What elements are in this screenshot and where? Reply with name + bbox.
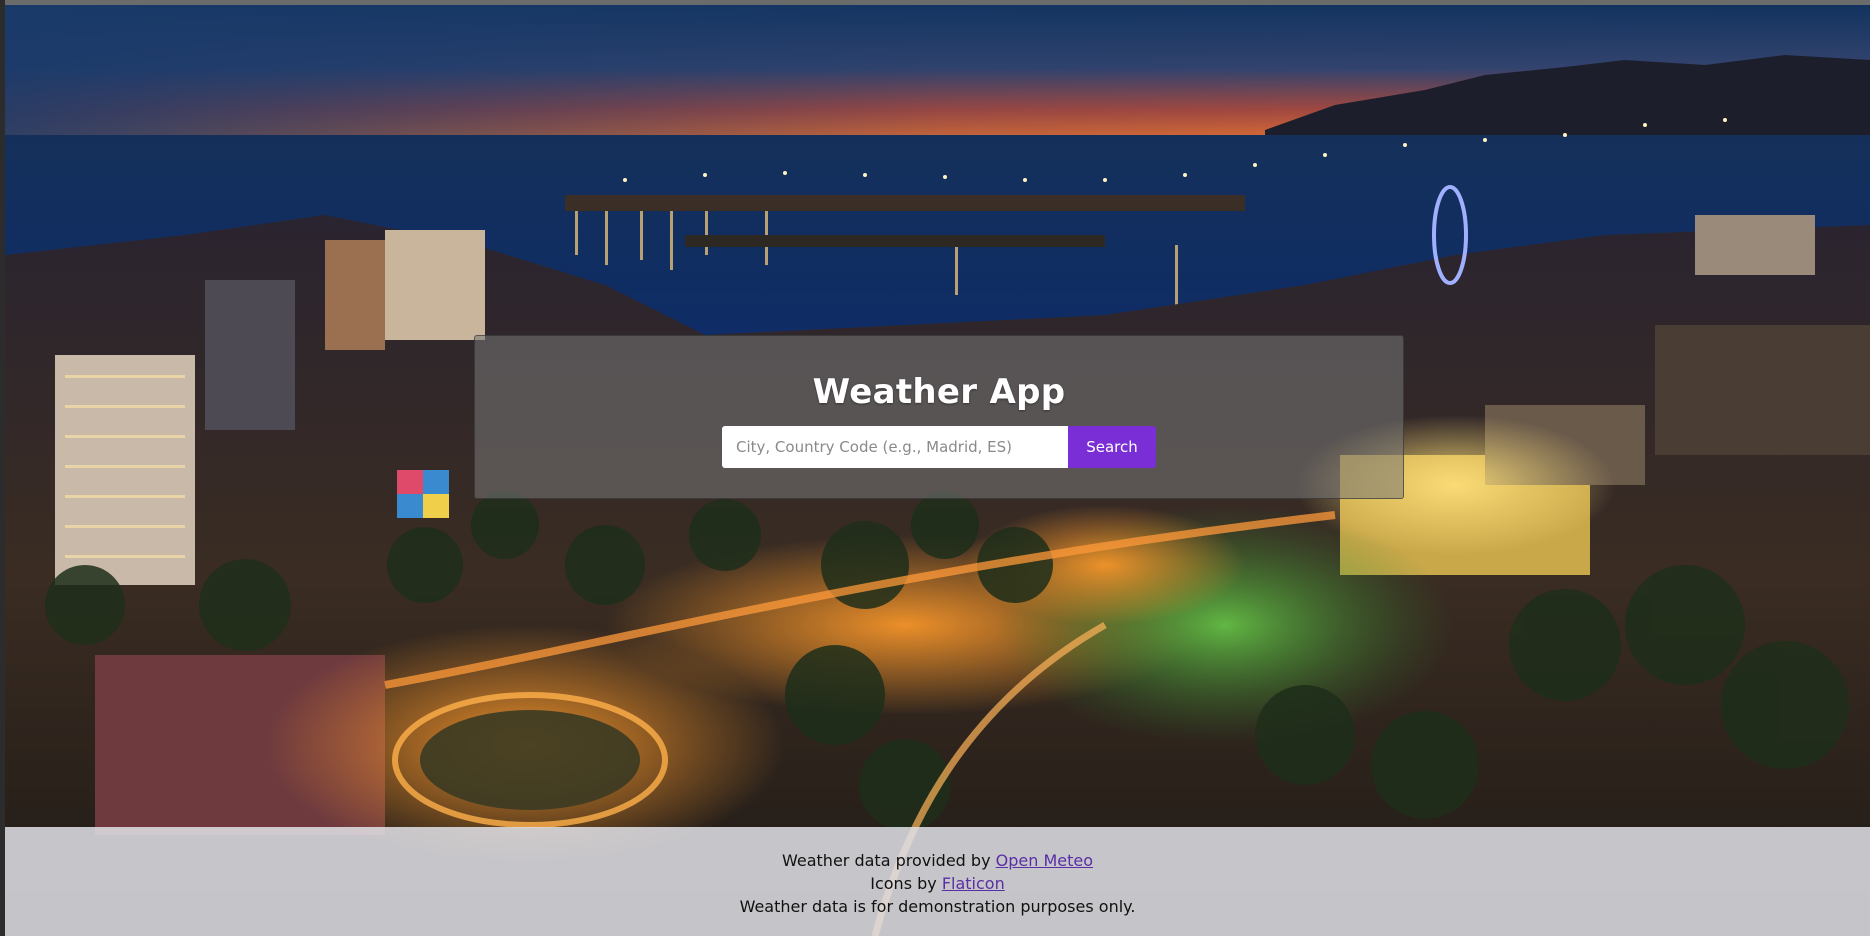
open-meteo-link[interactable]: Open Meteo bbox=[996, 851, 1093, 870]
app-title: Weather App bbox=[812, 372, 1066, 412]
search-card: Weather App Search bbox=[474, 335, 1404, 499]
search-button[interactable]: Search bbox=[1068, 426, 1156, 468]
city-search-input[interactable] bbox=[722, 426, 1068, 468]
footer-line-data-source: Weather data provided by Open Meteo bbox=[5, 849, 1870, 872]
footer: Weather data provided by Open Meteo Icon… bbox=[5, 827, 1870, 936]
footer-line-icons: Icons by Flaticon bbox=[5, 872, 1870, 895]
footer-disclaimer: Weather data is for demonstration purpos… bbox=[739, 897, 1136, 916]
flaticon-link[interactable]: Flaticon bbox=[942, 874, 1005, 893]
footer-data-label: Weather data provided by bbox=[782, 851, 996, 870]
search-form: Search bbox=[722, 426, 1156, 468]
footer-icons-label: Icons by bbox=[870, 874, 942, 893]
